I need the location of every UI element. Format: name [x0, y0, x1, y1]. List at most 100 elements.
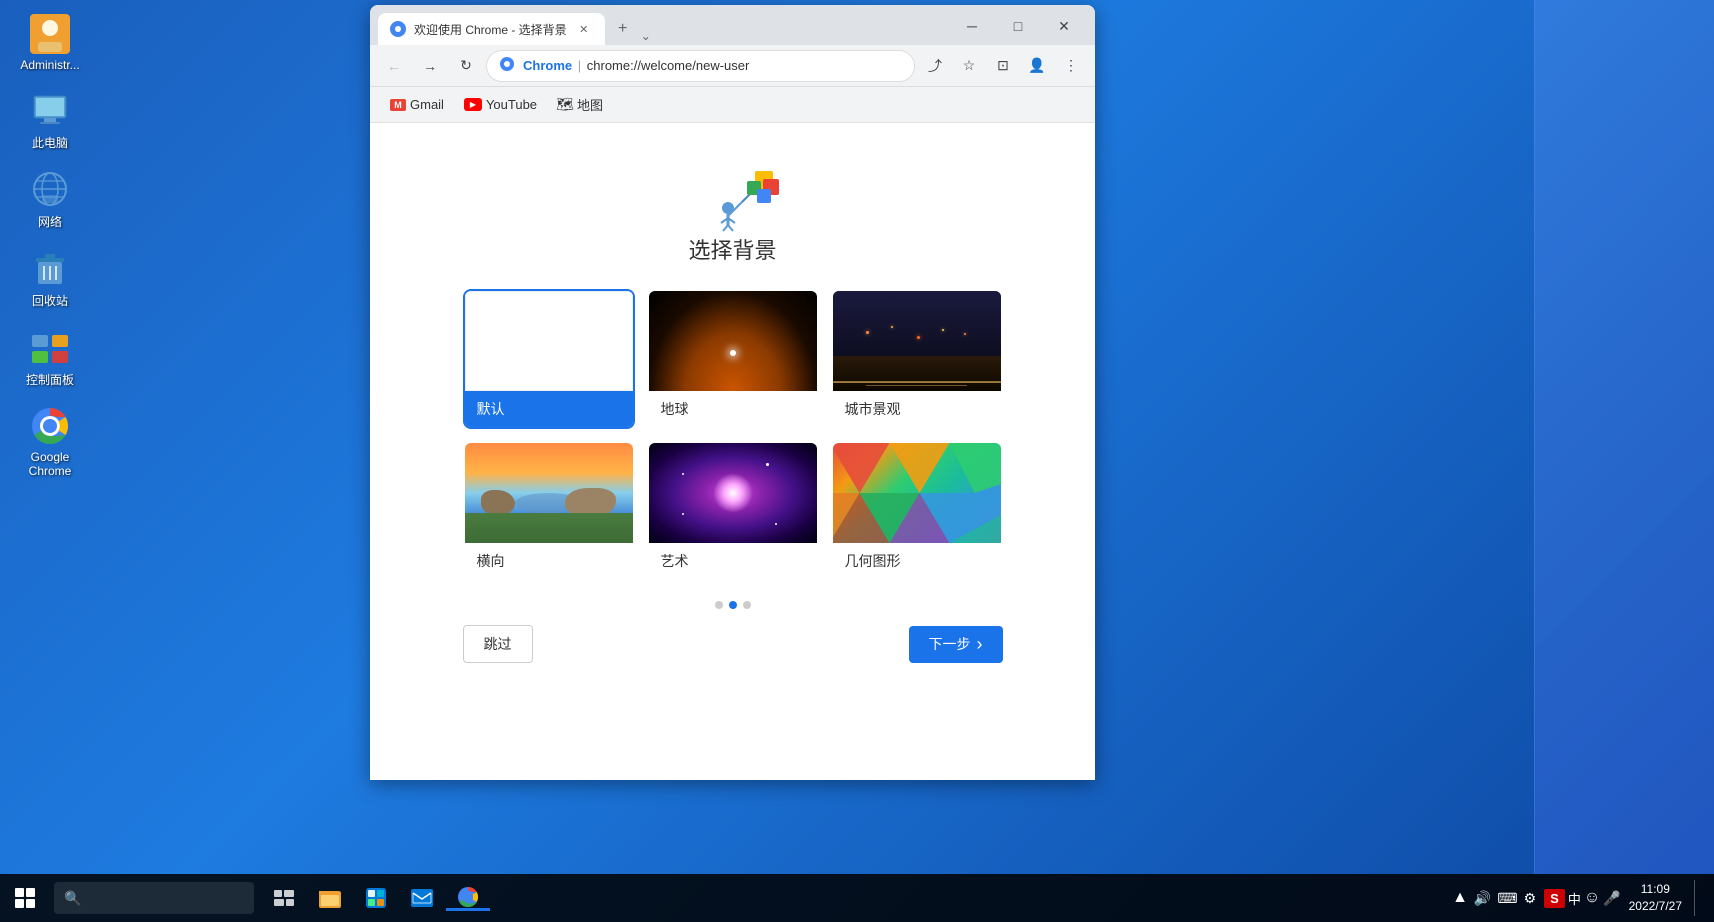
close-button[interactable]: ✕ — [1041, 11, 1087, 41]
taskbar-clock[interactable]: 11:09 2022/7/27 — [1629, 881, 1682, 915]
bg-label-landscape: 横向 — [465, 543, 633, 579]
bottom-nav: 跳过 下一步 › — [463, 625, 1003, 663]
bg-card-city[interactable]: 城市景观 — [831, 289, 1003, 429]
control-panel-icon — [30, 327, 70, 367]
network-tray-icon[interactable]: ▲ — [1452, 889, 1468, 907]
emoji-icon[interactable]: ☺ — [1584, 889, 1600, 907]
gmail-icon: M — [390, 99, 406, 111]
taskbar-mail[interactable] — [400, 889, 444, 907]
bg-preview-geometric — [833, 443, 1001, 543]
bg-card-art[interactable]: 艺术 — [647, 441, 819, 581]
next-button[interactable]: 下一步 › — [909, 626, 1003, 663]
tab-title: 欢迎使用 Chrome - 选择背景 — [414, 21, 567, 38]
dot-2[interactable] — [729, 601, 737, 609]
settings-tray-icon[interactable]: ⚙ — [1524, 890, 1537, 907]
maps-label: 地图 — [577, 95, 603, 114]
keyboard-icon[interactable]: ⌨ — [1497, 890, 1517, 907]
show-desktop-button[interactable] — [1694, 880, 1702, 916]
ime-icon[interactable]: S — [1544, 889, 1565, 908]
gmail-label: Gmail — [410, 97, 444, 112]
browser-titlebar: 欢迎使用 Chrome - 选择背景 ✕ + ⌄ ─ □ ✕ — [370, 5, 1095, 45]
maps-icon: 🗺 — [557, 97, 573, 113]
back-button[interactable]: ← — [378, 50, 410, 82]
windows-logo-icon — [15, 888, 35, 908]
toolbar-right-icons: ⤴ ☆ ⊡ 👤 ⋮ — [919, 50, 1087, 82]
background-grid: 默认 地球 — [463, 289, 1003, 581]
desktop-icon-recycle-bin[interactable]: 回收站 — [10, 244, 90, 313]
bookmark-youtube[interactable]: ▶ YouTube — [456, 93, 545, 116]
administrator-label: Administr... — [20, 58, 79, 72]
bg-card-earth[interactable]: 地球 — [647, 289, 819, 429]
mic-icon[interactable]: 🎤 — [1603, 890, 1620, 907]
taskbar-task-view[interactable] — [262, 890, 306, 906]
clock-date: 2022/7/27 — [1629, 898, 1682, 915]
skip-button[interactable]: 跳过 — [463, 625, 533, 663]
bg-card-landscape[interactable]: 横向 — [463, 441, 635, 581]
tab-dropdown-button[interactable]: ⌄ — [641, 29, 651, 43]
desktop-icons: Administr... 此电脑 — [10, 10, 90, 482]
browser-toolbar: ← → ↻ Chrome | chrome://welcome/new-user… — [370, 45, 1095, 87]
address-bar[interactable]: Chrome | chrome://welcome/new-user — [486, 50, 915, 82]
browser-window: 欢迎使用 Chrome - 选择背景 ✕ + ⌄ ─ □ ✕ ← → ↻ — [370, 5, 1095, 780]
address-favicon — [499, 56, 515, 75]
pagination — [715, 601, 751, 609]
share-button[interactable]: ⤴ — [919, 50, 951, 82]
google-chrome-icon — [30, 406, 70, 446]
volume-icon[interactable]: 🔊 — [1474, 890, 1491, 907]
bookmarks-bar: M Gmail ▶ YouTube 🗺 地图 — [370, 87, 1095, 123]
lang-indicator[interactable]: 中 — [1568, 889, 1581, 908]
bg-preview-city — [833, 291, 1001, 391]
bookmark-button[interactable]: ☆ — [953, 50, 985, 82]
bg-label-geometric: 几何图形 — [833, 543, 1001, 579]
taskbar-store[interactable] — [354, 888, 398, 908]
bg-label-city: 城市景观 — [833, 391, 1001, 427]
desktop-icon-google-chrome[interactable]: Google Chrome — [10, 402, 90, 482]
desktop-icon-network[interactable]: 网络 — [10, 165, 90, 234]
taskbar-systray: ▲ 🔊 ⌨ ⚙ S 中 ☺ 🎤 11:09 2022/7/27 — [1452, 880, 1714, 916]
google-chrome-label: Google Chrome — [14, 450, 86, 478]
systray-icons: ▲ 🔊 ⌨ ⚙ — [1452, 889, 1536, 907]
desktop: Administr... 此电脑 — [0, 0, 1714, 922]
recycle-bin-label: 回收站 — [32, 292, 68, 309]
maximize-button[interactable]: □ — [995, 11, 1041, 41]
bg-card-default[interactable]: 默认 — [463, 289, 635, 429]
taskbar-chrome[interactable] — [446, 886, 490, 911]
minimize-button[interactable]: ─ — [949, 11, 995, 41]
refresh-button[interactable]: ↻ — [450, 50, 482, 82]
menu-button[interactable]: ⋮ — [1055, 50, 1087, 82]
split-button[interactable]: ⊡ — [987, 50, 1019, 82]
tab-close-button[interactable]: ✕ — [575, 20, 593, 38]
bg-card-geometric[interactable]: 几何图形 — [831, 441, 1003, 581]
start-button[interactable] — [0, 874, 50, 922]
new-tab-button[interactable]: + — [609, 15, 637, 43]
network-icon — [30, 169, 70, 209]
desktop-icon-this-pc[interactable]: 此电脑 — [10, 86, 90, 155]
next-button-label: 下一步 — [929, 634, 971, 654]
taskbar-file-explorer[interactable] — [308, 888, 352, 908]
bg-preview-galaxy — [649, 443, 817, 543]
address-text: Chrome | chrome://welcome/new-user — [523, 58, 902, 73]
taskbar: 🔍 — [0, 874, 1714, 922]
this-pc-icon — [30, 90, 70, 130]
window-controls: ─ □ ✕ — [949, 11, 1087, 41]
bg-label-art: 艺术 — [649, 543, 817, 579]
desktop-icon-administrator[interactable]: Administr... — [10, 10, 90, 76]
clock-time: 11:09 — [1629, 881, 1682, 898]
taskbar-search[interactable]: 🔍 — [54, 882, 254, 914]
browser-content: 选择背景 默认 地球 — [370, 123, 1095, 780]
desktop-icon-control-panel[interactable]: 控制面板 — [10, 323, 90, 392]
bookmark-maps[interactable]: 🗺 地图 — [549, 91, 611, 118]
bg-preview-earth — [649, 291, 817, 391]
next-button-icon: › — [977, 634, 983, 655]
address-separator: | — [578, 58, 581, 73]
dot-1[interactable] — [715, 601, 723, 609]
tab-favicon — [390, 21, 406, 37]
forward-button[interactable]: → — [414, 50, 446, 82]
dot-3[interactable] — [743, 601, 751, 609]
bg-label-default: 默认 — [465, 391, 633, 427]
bookmark-gmail[interactable]: M Gmail — [382, 93, 452, 116]
network-label: 网络 — [38, 213, 62, 230]
profile-button[interactable]: 👤 — [1021, 50, 1053, 82]
browser-tab-active[interactable]: 欢迎使用 Chrome - 选择背景 ✕ — [378, 13, 605, 45]
youtube-label: YouTube — [486, 97, 537, 112]
